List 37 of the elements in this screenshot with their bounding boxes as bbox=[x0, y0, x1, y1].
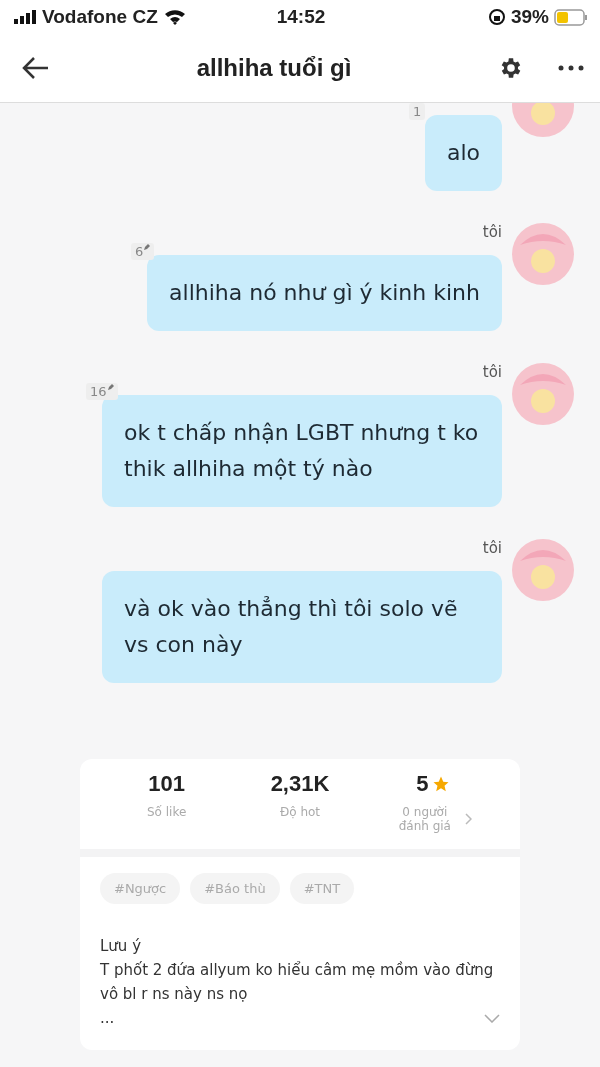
rotation-lock-icon bbox=[487, 8, 506, 26]
sender-name: tôi bbox=[482, 363, 502, 381]
stat-label: 0 người đánh giá bbox=[397, 805, 452, 833]
comment-count: 1 bbox=[408, 103, 426, 120]
stat-value: 5 bbox=[416, 771, 451, 797]
back-arrow-icon[interactable] bbox=[22, 56, 50, 80]
signal-icon bbox=[14, 10, 36, 24]
message-bubble[interactable]: alo bbox=[424, 115, 502, 191]
clock-time: 14:52 bbox=[275, 6, 327, 28]
note-text: T phốt 2 đứa allyum ko hiểu câm mẹ mồm vào đừng vô bl r ns này ns nọ bbox=[100, 960, 495, 1005]
carrier-name: Vodafone CZ bbox=[42, 6, 158, 28]
message-bubble[interactable]: và ok vào thẳng thì tôi solo vẽ vs con này bbox=[102, 571, 502, 683]
avatar[interactable] bbox=[512, 539, 574, 601]
stat-label: Độ hot bbox=[278, 805, 322, 819]
comment-count: 16 bbox=[86, 383, 118, 400]
message-bubble[interactable]: allhiha nó như gì ý kinh kinh bbox=[147, 255, 502, 331]
comment-count: 6 bbox=[131, 243, 155, 260]
note-text: Lưu ý bbox=[100, 936, 142, 957]
stat-label: Số like bbox=[145, 805, 188, 819]
note-ellipsis: ... bbox=[100, 1008, 115, 1029]
battery-icon bbox=[554, 8, 588, 26]
page-title: allhiha tuổi gì bbox=[195, 54, 353, 82]
avatar[interactable] bbox=[512, 363, 574, 425]
stat-value: 101 bbox=[148, 771, 185, 797]
more-icon[interactable] bbox=[558, 65, 584, 71]
sender-name: tôi bbox=[482, 539, 502, 557]
stat-value: 2,31K bbox=[270, 771, 330, 797]
chevron-right-icon[interactable] bbox=[464, 813, 472, 825]
avatar[interactable] bbox=[512, 223, 574, 285]
wifi-icon bbox=[163, 9, 186, 25]
message-bubble[interactable]: ok t chấp nhận LGBT nhưng t ko thik allhiha một tý nào bbox=[102, 395, 502, 507]
pencil-icon bbox=[144, 244, 151, 250]
battery-percent: 39% bbox=[510, 6, 549, 28]
sender-name: tôi bbox=[482, 223, 502, 241]
star-icon bbox=[432, 775, 451, 793]
chevron-down-icon[interactable] bbox=[484, 1013, 500, 1023]
pencil-icon bbox=[107, 384, 114, 390]
